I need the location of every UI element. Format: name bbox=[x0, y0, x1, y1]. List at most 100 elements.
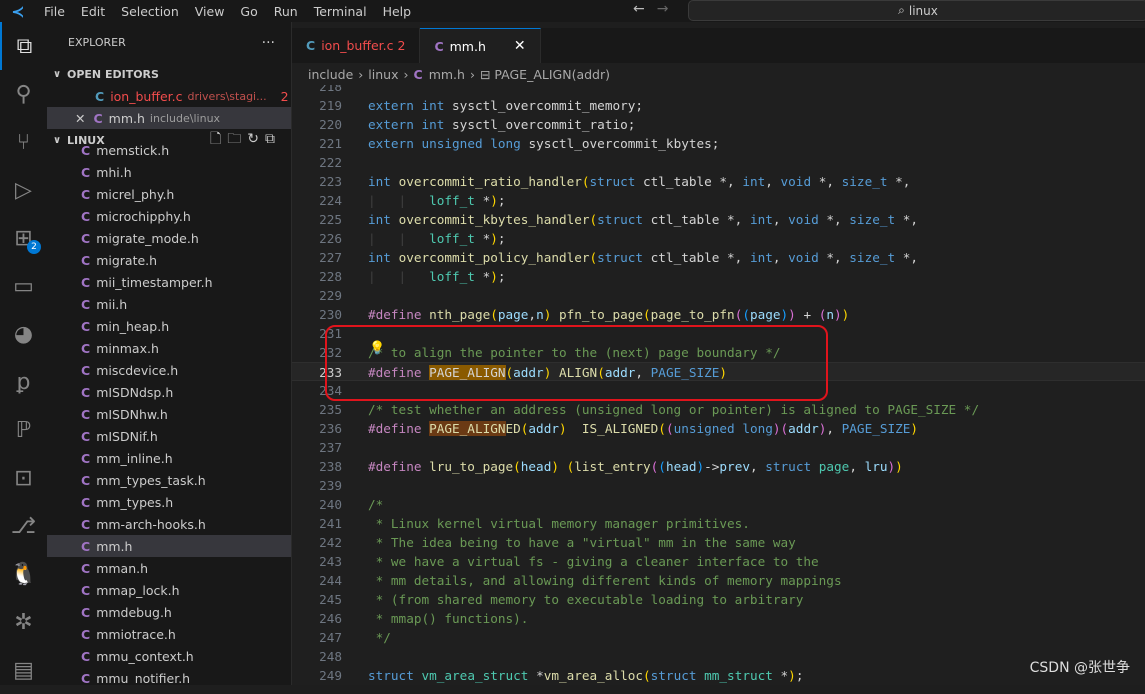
file-item[interactable]: Cmicrel_phy.h bbox=[47, 183, 291, 205]
back-arrow-icon[interactable]: ← bbox=[633, 1, 645, 17]
lightbulb-icon[interactable]: 💡 bbox=[369, 341, 385, 356]
close-icon[interactable]: ✕ bbox=[75, 111, 85, 126]
remote-explorer-icon[interactable]: ▭ bbox=[0, 262, 47, 310]
code-token: ) bbox=[895, 459, 903, 474]
code-editor[interactable]: 218 219 extern int sysctl_overcommit_memor… bbox=[292, 85, 1145, 685]
menu-selection[interactable]: Selection bbox=[113, 4, 187, 19]
open-editor-mm-h[interactable]: ✕ Cmm.h include\linux bbox=[47, 107, 291, 129]
file-item[interactable]: CmISDNhw.h bbox=[47, 403, 291, 425]
file-name: mman.h bbox=[96, 560, 149, 576]
line-content: struct vm_area_struct *vm_area_alloc(str… bbox=[368, 666, 803, 685]
file-item[interactable]: Cmii_timestamper.h bbox=[47, 271, 291, 293]
file-item[interactable]: Cmmdebug.h bbox=[47, 601, 291, 623]
breadcrumb-symbol[interactable]: PAGE_ALIGN(addr) bbox=[494, 67, 610, 82]
code-token: | | bbox=[368, 231, 430, 246]
breadcrumb-include[interactable]: include bbox=[308, 67, 353, 82]
file-item[interactable]: Cmii.h bbox=[47, 293, 291, 315]
pacman-icon[interactable]: ◕ bbox=[0, 310, 47, 358]
search-text: linux bbox=[908, 3, 938, 18]
file-item[interactable]: Cmin_heap.h bbox=[47, 315, 291, 337]
files-icon[interactable]: ⧉ bbox=[0, 22, 47, 70]
code-token: ) bbox=[910, 421, 919, 436]
code-token: int bbox=[749, 250, 773, 265]
source-control-icon[interactable]: ⑂ bbox=[0, 118, 47, 166]
file-item[interactable]: Cmm_inline.h bbox=[47, 447, 291, 469]
menu-run[interactable]: Run bbox=[266, 4, 306, 19]
file-item[interactable]: CmISDNif.h bbox=[47, 425, 291, 447]
line-number: 238 bbox=[319, 459, 342, 474]
code-token: struct bbox=[589, 174, 644, 189]
refresh-icon[interactable]: ↻ bbox=[247, 131, 265, 147]
file-item[interactable]: Cminmax.h bbox=[47, 337, 291, 359]
python-icon[interactable]: ꝑ bbox=[0, 358, 47, 406]
line-number: 233 bbox=[319, 365, 342, 380]
close-icon[interactable]: ✕ bbox=[514, 38, 526, 54]
file-item[interactable]: Cmm-arch-hooks.h bbox=[47, 513, 291, 535]
code-token: unsigned bbox=[421, 136, 491, 151]
code-token: int bbox=[742, 174, 766, 189]
code-token: list_entry bbox=[574, 459, 651, 474]
folder-icon[interactable]: ▤ bbox=[0, 646, 47, 694]
code-token: extern bbox=[368, 117, 422, 132]
file-item[interactable]: CmISDNdsp.h bbox=[47, 381, 291, 403]
code-token: struct bbox=[597, 212, 651, 227]
new-folder-icon[interactable]: 🗀 bbox=[227, 131, 247, 147]
file-item[interactable]: Cmm.h bbox=[47, 535, 291, 557]
rt-icon[interactable]: ✲ bbox=[0, 598, 47, 646]
line-content: | | loff_t *); bbox=[368, 191, 506, 210]
p-icon[interactable]: ℙ bbox=[0, 406, 47, 454]
file-item[interactable]: Cmm_types_task.h bbox=[47, 469, 291, 491]
file-item[interactable]: Cmigrate_mode.h bbox=[47, 227, 291, 249]
collapse-all-icon[interactable]: ⧉ bbox=[265, 131, 281, 147]
file-item[interactable]: Cmm_types.h bbox=[47, 491, 291, 513]
code-line: 241 * Linux kernel virtual memory manage… bbox=[292, 514, 1145, 533]
code-token: PAGE_ALIGN bbox=[429, 421, 506, 436]
menu-view[interactable]: View bbox=[187, 4, 233, 19]
file-name: min_heap.h bbox=[96, 318, 170, 334]
file-item[interactable]: Cmicrochipphy.h bbox=[47, 205, 291, 227]
line-content: #define lru_to_page(head) (list_entry((h… bbox=[368, 457, 903, 476]
h-file-icon: C bbox=[81, 516, 91, 532]
file-item[interactable]: Cmmiotrace.h bbox=[47, 623, 291, 645]
code-token: *, bbox=[818, 174, 842, 189]
tab-mm-h[interactable]: Cmm.h ✕ bbox=[420, 28, 541, 63]
run-debug-icon[interactable]: ▷ bbox=[0, 166, 47, 214]
code-token: ( bbox=[665, 421, 674, 436]
linux-icon[interactable]: 🐧 bbox=[0, 550, 47, 598]
extensions-icon[interactable]: ⊞ 2 bbox=[0, 214, 47, 262]
file-item[interactable]: Cmiscdevice.h bbox=[47, 359, 291, 381]
code-token: sysctl_overcommit_ratio; bbox=[452, 117, 636, 132]
more-actions-button[interactable]: ··· bbox=[262, 35, 275, 51]
file-name: mm.h bbox=[96, 538, 133, 554]
command-center-search[interactable]: ⌕ linux bbox=[688, 0, 1145, 21]
file-item[interactable]: Cmmap_lock.h bbox=[47, 579, 291, 601]
code-line: 218 bbox=[292, 85, 1145, 96]
menu-edit[interactable]: Edit bbox=[73, 4, 113, 19]
menu-terminal[interactable]: Terminal bbox=[306, 4, 375, 19]
menu-go[interactable]: Go bbox=[232, 4, 265, 19]
breadcrumb-linux[interactable]: linux bbox=[368, 67, 398, 82]
line-number: 227 bbox=[319, 250, 342, 265]
terminal-icon[interactable]: ⊡ bbox=[0, 454, 47, 502]
line-content: * The idea being to have a "virtual" mm … bbox=[368, 533, 796, 552]
open-editors-section[interactable]: ∨ OPEN EDITORS bbox=[47, 63, 291, 85]
menu-file[interactable]: File bbox=[36, 4, 73, 19]
file-item[interactable]: Cmmu_context.h bbox=[47, 645, 291, 667]
file-item[interactable]: Cmmu_notifier.h bbox=[47, 667, 291, 686]
code-line: 249 struct vm_area_struct *vm_area_alloc(… bbox=[292, 666, 1145, 685]
h-file-icon: C bbox=[81, 296, 91, 312]
file-item[interactable]: Cmman.h bbox=[47, 557, 291, 579]
git-graph-icon[interactable]: ⎇ bbox=[0, 502, 47, 550]
code-token: ( bbox=[513, 459, 521, 474]
search-icon[interactable]: ⚲ bbox=[0, 70, 47, 118]
forward-arrow-icon[interactable]: → bbox=[657, 1, 669, 17]
file-item[interactable]: Cmigrate.h bbox=[47, 249, 291, 271]
new-file-icon[interactable]: 🗋 bbox=[210, 131, 227, 147]
breadcrumb-file[interactable]: mm.h bbox=[429, 67, 465, 82]
open-editor-ion-buffer[interactable]: Cion_buffer.c drivers\stagi... 2 bbox=[47, 85, 291, 107]
menu-help[interactable]: Help bbox=[375, 4, 420, 19]
file-item[interactable]: Cmhi.h bbox=[47, 161, 291, 183]
code-token: int bbox=[421, 117, 453, 132]
tab-ion-buffer[interactable]: Cion_buffer.c 2 bbox=[292, 28, 421, 63]
